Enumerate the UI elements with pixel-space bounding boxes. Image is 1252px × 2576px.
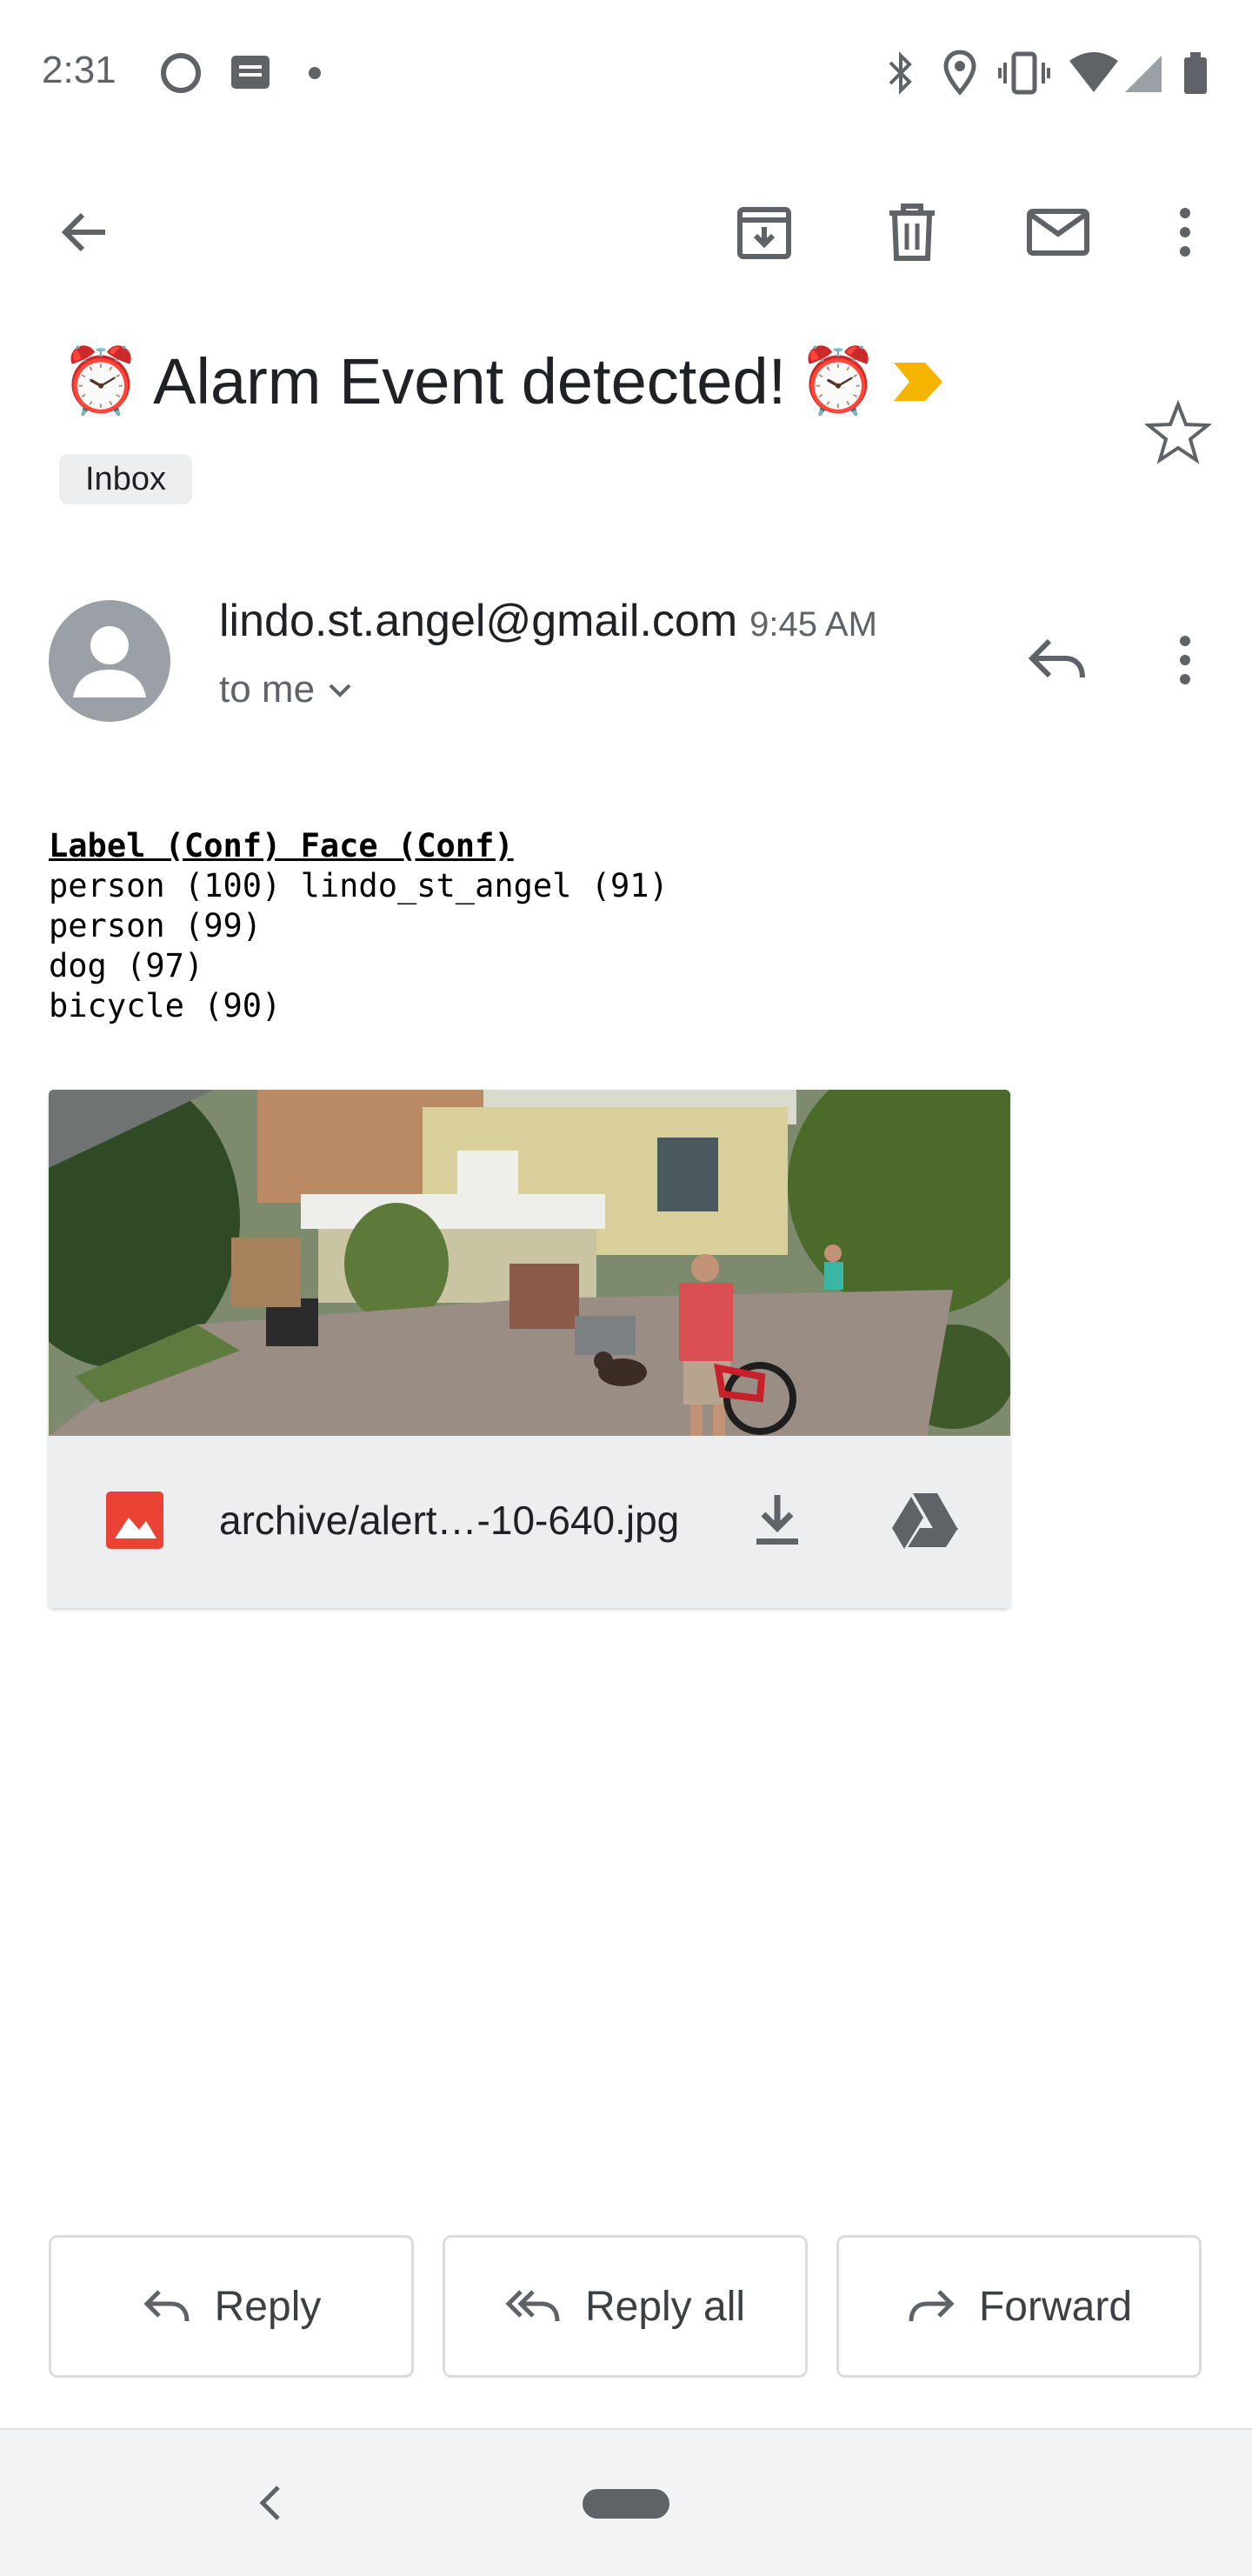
system-nav-bar xyxy=(0,2428,1252,2576)
avatar[interactable] xyxy=(49,600,170,722)
trash-icon xyxy=(889,204,935,261)
forward-label: Forward xyxy=(978,2283,1133,2330)
sender-email[interactable]: lindo.st.angel@gmail.com xyxy=(219,596,737,646)
body-line: bicycle (90) xyxy=(49,987,282,1024)
signal-icon xyxy=(1122,49,1165,102)
sync-circle-icon xyxy=(156,49,205,102)
wifi-icon xyxy=(1068,49,1120,102)
reply-icon xyxy=(1028,638,1085,678)
reply-label: Reply xyxy=(214,2283,322,2330)
location-icon xyxy=(939,49,981,102)
arrow-back-icon xyxy=(61,212,105,252)
reply-icon xyxy=(143,2290,190,2322)
star-icon xyxy=(1145,399,1211,464)
more-options-button[interactable] xyxy=(1146,193,1224,271)
sender-line: lindo.st.angel@gmail.com 9:45 AM xyxy=(219,595,877,647)
nav-home-pill[interactable] xyxy=(583,2489,669,2519)
mail-icon xyxy=(1027,209,1089,256)
back-button[interactable] xyxy=(45,193,123,271)
reply-button[interactable]: Reply xyxy=(49,2235,414,2378)
message-icon xyxy=(228,49,273,102)
attachment-bar: archive/alert…-10-640.jpg xyxy=(49,1436,1010,1608)
dot-icon xyxy=(304,63,325,88)
delete-button[interactable] xyxy=(873,193,951,271)
attachment-preview-image[interactable] xyxy=(49,1090,1010,1436)
importance-marker-icon[interactable] xyxy=(890,359,946,404)
body-line: dog (97) xyxy=(49,947,204,984)
image-file-icon xyxy=(106,1492,163,1549)
body-table-header: Label (Conf) Face (Conf) xyxy=(49,827,514,864)
archive-icon xyxy=(737,207,791,259)
recipient-toggle[interactable]: to me xyxy=(219,668,355,711)
status-time: 2:31 xyxy=(42,49,117,91)
body-line: person (99) xyxy=(49,907,263,944)
reply-all-icon xyxy=(505,2290,560,2322)
subject-text: Alarm Event detected! xyxy=(153,345,787,417)
more-vert-icon xyxy=(1180,636,1190,684)
alarm-clock-icon: ⏰ xyxy=(61,344,142,417)
recipient-label: to me xyxy=(219,668,316,711)
body-line: person (100) lindo_st_angel (91) xyxy=(49,867,669,904)
chevron-down-icon xyxy=(329,684,351,697)
archive-button[interactable] xyxy=(725,193,803,271)
vibrate-icon xyxy=(996,49,1052,102)
battery-icon xyxy=(1181,49,1210,102)
attachment-filename[interactable]: archive/alert…-10-640.jpg xyxy=(219,1497,679,1544)
download-icon[interactable] xyxy=(751,1492,803,1549)
reply-icon-button[interactable] xyxy=(1019,621,1097,699)
attachment-card[interactable]: archive/alert…-10-640.jpg xyxy=(49,1090,1010,1608)
alarm-clock-icon: ⏰ xyxy=(798,344,879,417)
forward-icon xyxy=(909,2290,955,2322)
reply-all-button[interactable]: Reply all xyxy=(443,2235,808,2378)
bluetooth-icon xyxy=(880,49,922,102)
forward-button[interactable]: Forward xyxy=(836,2235,1202,2378)
label-chip-inbox[interactable]: Inbox xyxy=(59,454,192,504)
person-icon xyxy=(73,626,146,697)
drive-icon[interactable] xyxy=(890,1490,960,1551)
email-subject: ⏰ Alarm Event detected! ⏰ xyxy=(61,344,946,419)
star-button[interactable] xyxy=(1139,393,1217,471)
more-vert-icon xyxy=(1180,208,1190,257)
reply-all-label: Reply all xyxy=(584,2283,746,2330)
email-time: 9:45 AM xyxy=(749,605,877,644)
mark-unread-button[interactable] xyxy=(1019,193,1097,271)
nav-back-icon[interactable] xyxy=(257,2484,283,2522)
message-more-button[interactable] xyxy=(1146,621,1224,699)
